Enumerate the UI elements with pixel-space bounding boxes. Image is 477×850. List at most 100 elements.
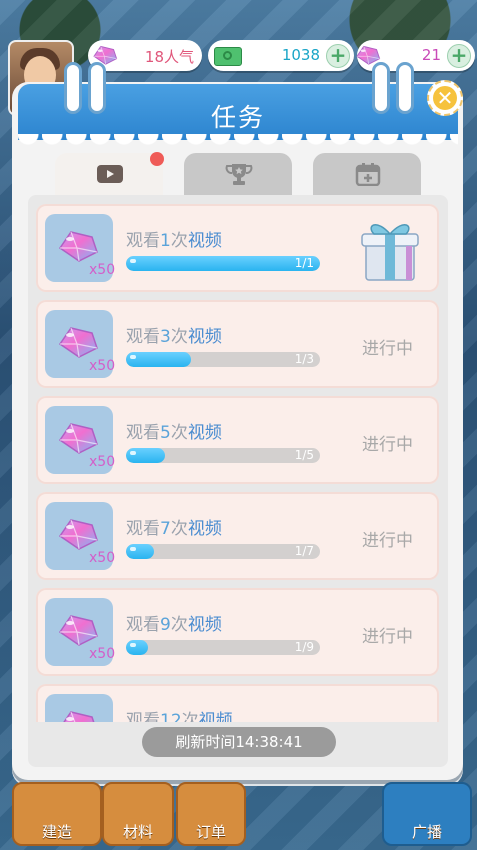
task-label-count: 9 bbox=[160, 615, 171, 635]
progress-bar: 1/3 bbox=[126, 352, 320, 367]
popularity-value: 18人气 bbox=[144, 48, 194, 66]
progress-fill bbox=[126, 352, 191, 367]
panel-title: 任务 bbox=[210, 103, 265, 132]
reward-quantity: x50 bbox=[89, 262, 116, 278]
task-label-verb: 视频 bbox=[187, 615, 222, 635]
progress-text: 1/1 bbox=[294, 256, 314, 270]
task-label-prefix: 观看 bbox=[126, 615, 160, 635]
panel-header: 任务 bbox=[18, 84, 458, 140]
nav-materials-label: 材料 bbox=[122, 823, 153, 841]
gift-box-icon[interactable] bbox=[358, 216, 422, 282]
task-label-suffix: 次 bbox=[170, 519, 188, 539]
task-label-verb: 视频 bbox=[198, 711, 233, 722]
gem-reward-icon bbox=[57, 324, 99, 360]
task-label-verb: 视频 bbox=[187, 519, 222, 539]
task-label-suffix: 次 bbox=[170, 231, 188, 251]
task-card[interactable]: x50 观看12次视频进行中 bbox=[36, 684, 439, 722]
task-label-verb: 视频 bbox=[187, 327, 222, 347]
add-cash-button[interactable]: + bbox=[326, 44, 350, 68]
gem-reward-icon bbox=[57, 612, 99, 648]
reward-quantity: x50 bbox=[89, 646, 116, 662]
task-label-count: 7 bbox=[160, 519, 171, 539]
gem-reward-icon bbox=[57, 708, 99, 722]
task-label: 观看3次视频 bbox=[126, 322, 222, 347]
task-label: 观看5次视频 bbox=[126, 418, 222, 443]
gem-reward-icon bbox=[57, 228, 99, 264]
task-card[interactable]: x50 观看1次视频 1/1 bbox=[36, 204, 439, 292]
binder-ring-left-1 bbox=[64, 62, 82, 114]
reward-quantity: x50 bbox=[89, 358, 116, 374]
reward-icon-box: x50 bbox=[45, 694, 113, 722]
progress-bar: 1/9 bbox=[126, 640, 320, 655]
binder-ring-right-2 bbox=[396, 62, 414, 114]
reward-icon-box: x50 bbox=[45, 502, 116, 570]
tab-calendar[interactable] bbox=[313, 153, 421, 195]
cash-value: 1038 bbox=[281, 46, 320, 64]
task-label-count: 5 bbox=[160, 423, 171, 443]
progress-fill bbox=[126, 544, 154, 559]
task-status: 进行中 bbox=[362, 435, 413, 455]
task-status: 进行中 bbox=[362, 339, 413, 359]
nav-build-button[interactable]: 建造 bbox=[12, 782, 102, 846]
reward-icon-box: x50 bbox=[45, 406, 116, 474]
gem-value: 21 bbox=[421, 46, 441, 64]
gem-reward-icon bbox=[57, 420, 99, 456]
close-button[interactable]: ✕ bbox=[427, 80, 463, 116]
nav-broadcast-button[interactable]: 广播 bbox=[382, 782, 472, 846]
progress-fill bbox=[126, 640, 148, 655]
task-label-suffix: 次 bbox=[181, 711, 199, 722]
binder-ring-left-2 bbox=[88, 62, 106, 114]
progress-text: 1/9 bbox=[294, 640, 314, 654]
snow-trim bbox=[18, 134, 458, 146]
cash-counter: 1038 + bbox=[208, 40, 354, 71]
task-list[interactable]: x50 观看1次视频 1/1 x50 观看3次视频 1/3 进行中 x50 观看5次视频 1/5 进… bbox=[28, 195, 448, 767]
task-status: 进行中 bbox=[362, 531, 413, 551]
progress-fill bbox=[126, 256, 320, 271]
task-label-prefix: 观看 bbox=[126, 711, 160, 722]
task-label: 观看9次视频 bbox=[126, 610, 222, 635]
nav-orders-label: 订单 bbox=[195, 823, 226, 841]
reward-icon-box: x50 bbox=[45, 214, 116, 282]
task-label-count: 3 bbox=[160, 327, 171, 347]
task-label-suffix: 次 bbox=[170, 423, 188, 443]
task-label-count: 12 bbox=[160, 711, 182, 722]
task-card[interactable]: x50 观看5次视频 1/5 进行中 bbox=[36, 396, 439, 484]
reward-quantity: x50 bbox=[89, 454, 116, 470]
task-label-count: 1 bbox=[160, 231, 171, 251]
task-label-suffix: 次 bbox=[170, 615, 188, 635]
video-icon bbox=[97, 165, 123, 183]
task-label: 观看1次视频 bbox=[126, 226, 222, 251]
task-label-prefix: 观看 bbox=[126, 327, 160, 347]
task-card[interactable]: x50 观看3次视频 1/3 进行中 bbox=[36, 300, 439, 388]
trophy-icon bbox=[225, 164, 253, 185]
task-card[interactable]: x50 观看9次视频 1/9 进行中 bbox=[36, 588, 439, 676]
tab-trophy[interactable] bbox=[184, 153, 292, 195]
nav-build-label: 建造 bbox=[41, 823, 72, 841]
refresh-timer: 刷新时间14:38:41 bbox=[142, 727, 336, 757]
reward-icon-box: x50 bbox=[45, 310, 116, 378]
task-label-prefix: 观看 bbox=[126, 423, 160, 443]
reward-icon-box: x50 bbox=[45, 598, 116, 666]
reward-quantity: x50 bbox=[89, 550, 116, 566]
task-card[interactable]: x50 观看7次视频 1/7 进行中 bbox=[36, 492, 439, 580]
task-label-prefix: 观看 bbox=[126, 519, 160, 539]
task-list-viewport: x50 观看1次视频 1/1 x50 观看3次视频 1/3 进行中 x50 观看5次视频 1/5 进… bbox=[28, 195, 448, 722]
tab-video[interactable] bbox=[55, 153, 163, 195]
task-status: 进行中 bbox=[362, 627, 413, 647]
task-label: 观看12次视频 bbox=[126, 706, 233, 722]
gem-reward-icon bbox=[57, 516, 99, 552]
binder-ring-right-1 bbox=[372, 62, 390, 114]
progress-text: 1/5 bbox=[294, 448, 314, 462]
add-gems-button[interactable]: + bbox=[447, 44, 471, 68]
nav-materials-button[interactable]: 材料 bbox=[102, 782, 174, 846]
task-label-prefix: 观看 bbox=[126, 231, 160, 251]
progress-bar: 1/5 bbox=[126, 448, 320, 463]
nav-orders-button[interactable]: 订单 bbox=[176, 782, 246, 846]
nav-broadcast-label: 广播 bbox=[411, 823, 442, 841]
progress-bar: 1/1 bbox=[126, 256, 320, 271]
task-label: 观看7次视频 bbox=[126, 514, 222, 539]
notification-dot bbox=[150, 152, 164, 166]
progress-text: 1/7 bbox=[294, 544, 314, 558]
task-label-verb: 视频 bbox=[187, 231, 222, 251]
close-icon: ✕ bbox=[433, 86, 457, 110]
